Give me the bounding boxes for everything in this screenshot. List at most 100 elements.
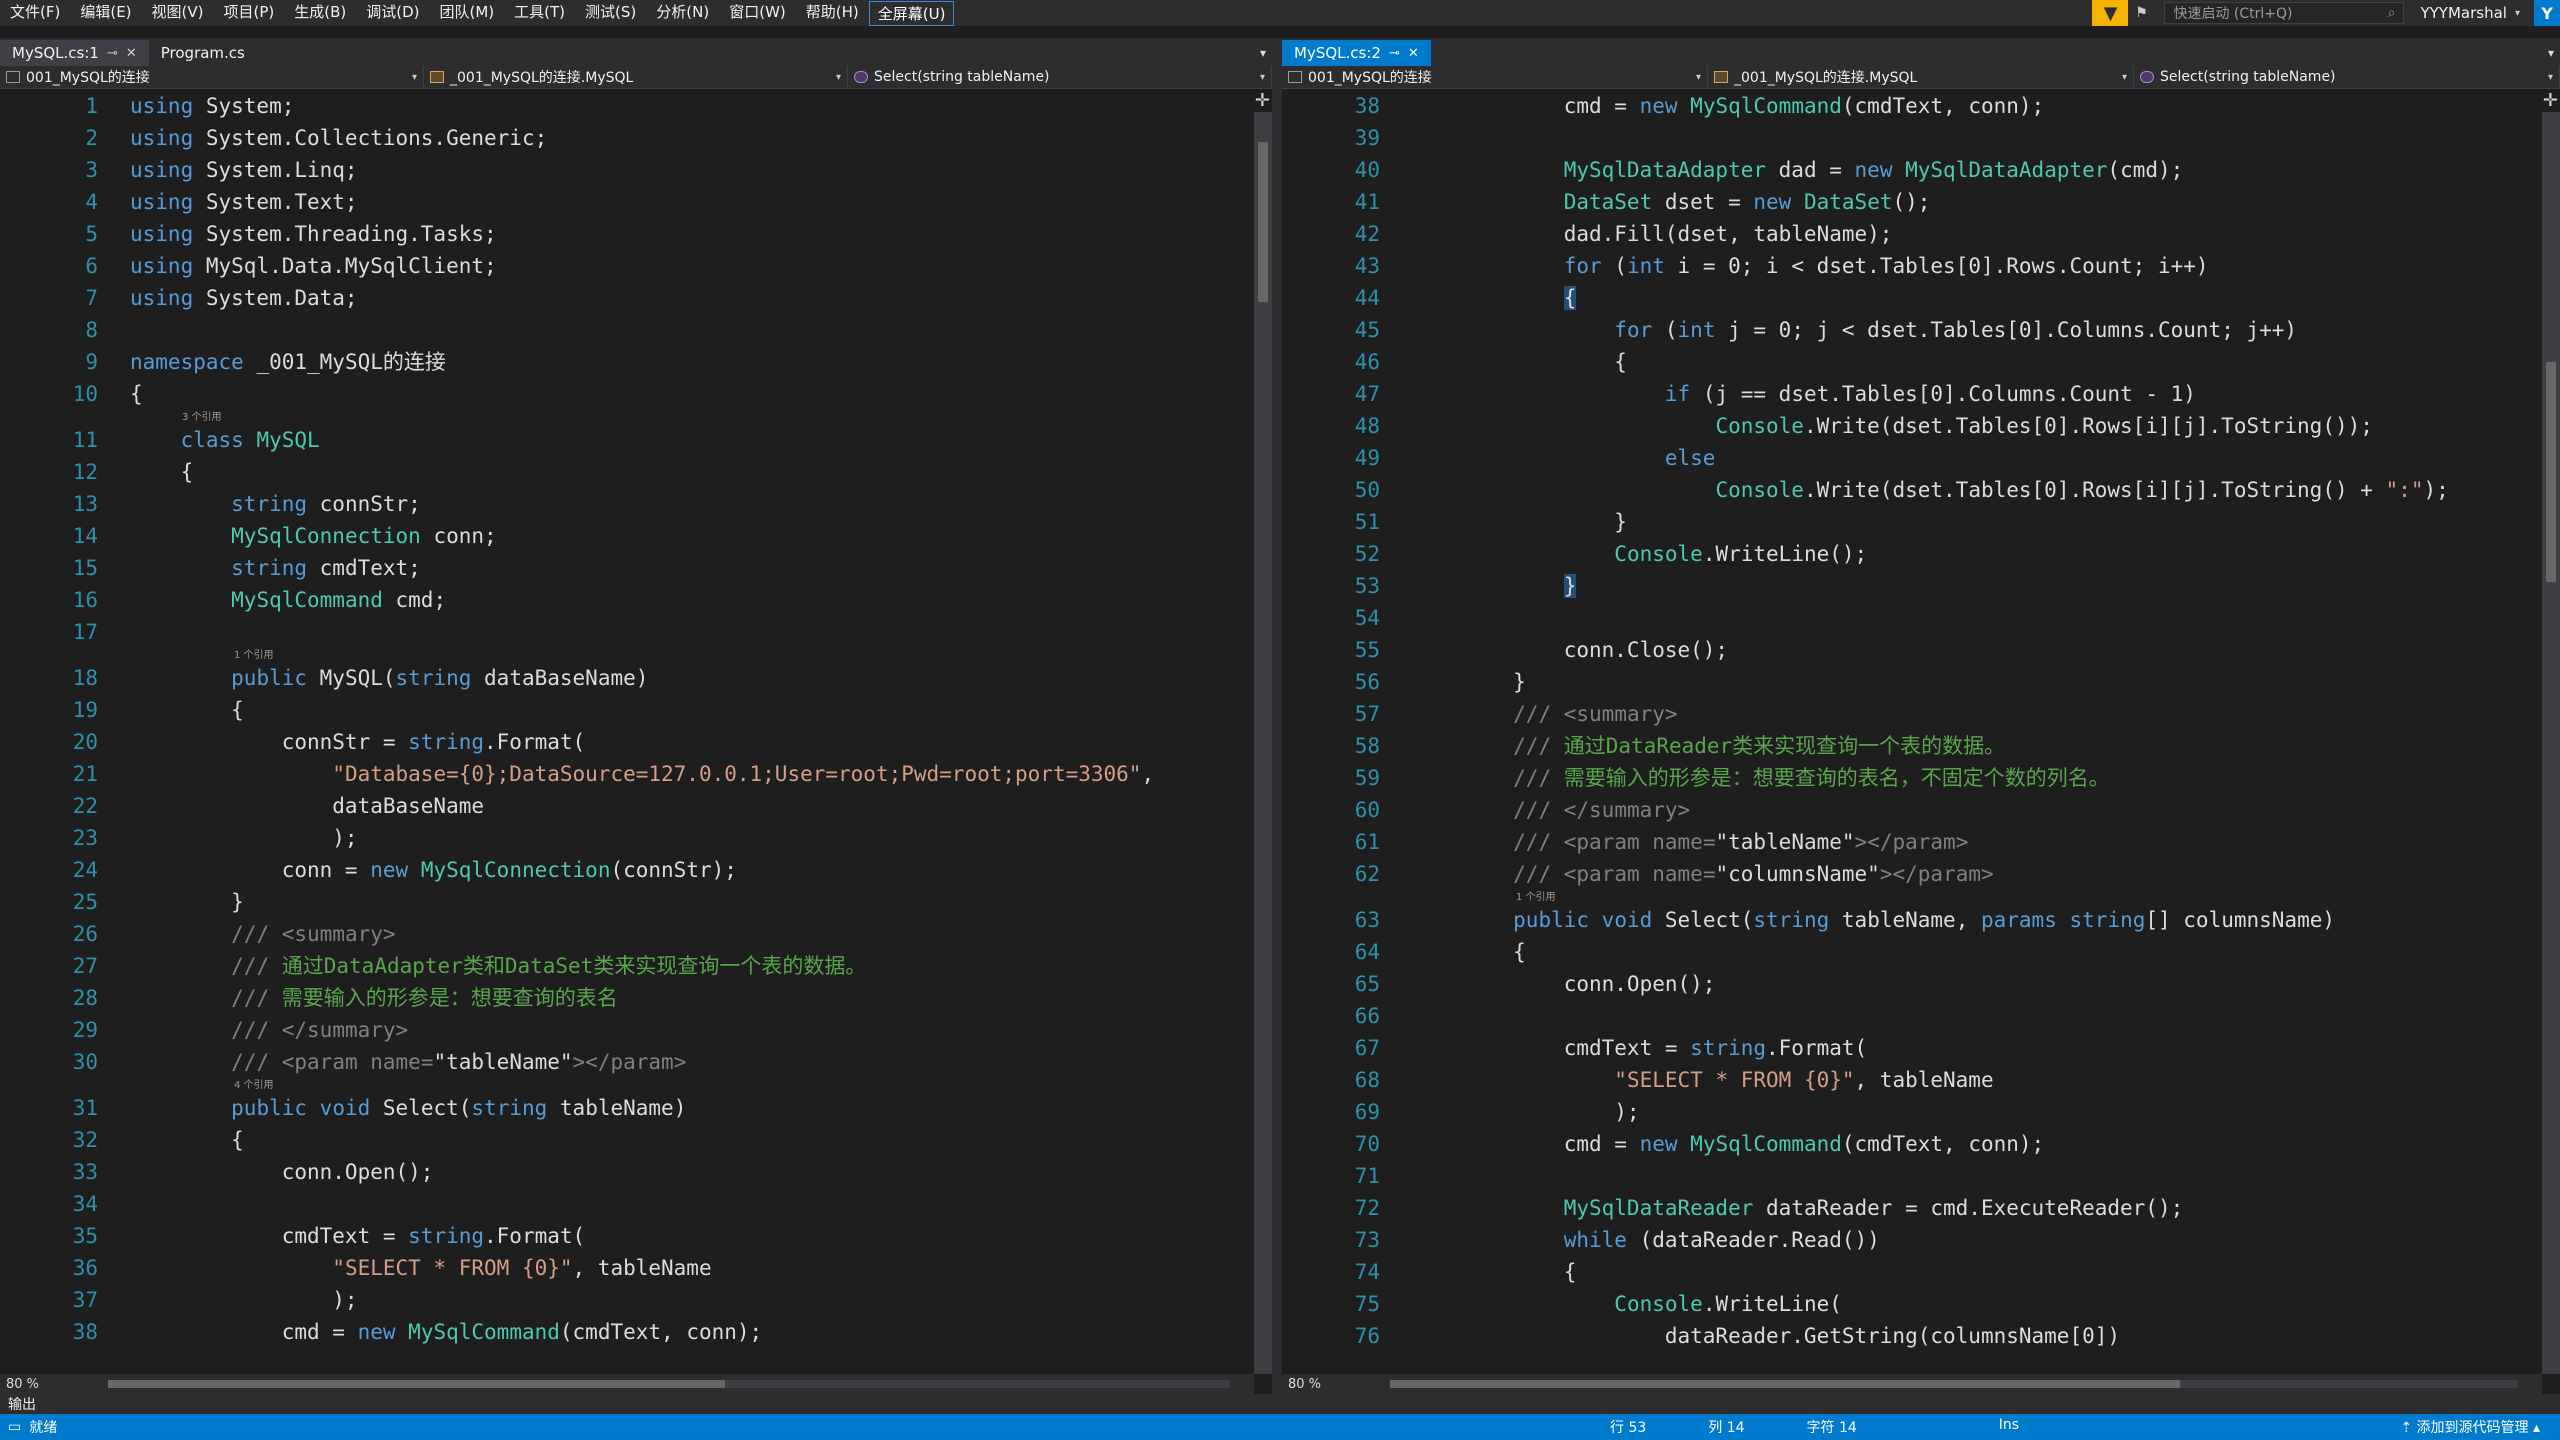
code-line[interactable]: 46 { [1282,346,2540,378]
code-line[interactable]: 36 "SELECT * FROM {0}", tableName [0,1252,1252,1284]
code-line[interactable]: 33 conn.Open(); [0,1156,1252,1188]
code-line[interactable]: 59 /// 需要输入的形参是：想要查询的表名，不固定个数的列名。 [1282,762,2540,794]
member-dropdown[interactable]: Select(string tableName) ▾ [2134,66,2560,88]
code-line[interactable]: 25 } [0,886,1252,918]
code-line[interactable]: 22 dataBaseName [0,790,1252,822]
code-line[interactable]: 76 dataReader.GetString(columnsName[0]) [1282,1320,2540,1352]
code-line[interactable]: 55 conn.Close(); [1282,634,2540,666]
menu-item[interactable]: 调试(D) [356,1,429,26]
close-icon[interactable]: ✕ [1408,46,1419,61]
code-line[interactable]: 40 MySqlDataAdapter dad = new MySqlDataA… [1282,154,2540,186]
tab-program-cs[interactable]: Program.cs [149,40,257,66]
type-dropdown[interactable]: _001_MySQL的连接.MySQL ▾ [1708,66,2134,88]
pin-icon[interactable]: ⊸ [107,46,118,61]
code-line[interactable]: 64 { [1282,936,2540,968]
code-line[interactable]: 54 [1282,602,2540,634]
tab-overflow-icon[interactable]: ▾ [2548,40,2560,66]
menu-item[interactable]: 生成(B) [284,1,356,26]
avatar[interactable]: Y [2534,0,2560,26]
code-line[interactable]: 39 [1282,122,2540,154]
code-line[interactable]: 68 "SELECT * FROM {0}", tableName [1282,1064,2540,1096]
type-dropdown[interactable]: _001_MySQL的连接.MySQL ▾ [424,66,848,88]
code-line[interactable]: 20 connStr = string.Format( [0,726,1252,758]
code-line[interactable]: 71 [1282,1160,2540,1192]
code-line[interactable]: 50 Console.Write(dset.Tables[0].Rows[i][… [1282,474,2540,506]
split-add-icon[interactable]: ✛ [1255,90,1270,111]
code-line[interactable]: 35 cmdText = string.Format( [0,1220,1252,1252]
code-line[interactable]: 17 [0,616,1252,648]
code-line[interactable]: 48 Console.Write(dset.Tables[0].Rows[i][… [1282,410,2540,442]
chevron-down-icon[interactable]: ▾ [2515,8,2520,19]
menu-item[interactable]: 工具(T) [504,1,575,26]
code-line[interactable]: 1 using System; [0,90,1252,122]
code-line[interactable]: 69 ); [1282,1096,2540,1128]
menu-item[interactable]: 测试(S) [575,1,646,26]
code-line[interactable]: 18 public MySQL(string dataBaseName) [0,662,1252,694]
tab-mysql-cs-2[interactable]: MySQL.cs:2 ⊸ ✕ [1282,40,1431,66]
code-line[interactable]: 37 ); [0,1284,1252,1316]
menu-item[interactable]: 窗口(W) [719,1,796,26]
tab-mysql-cs-1[interactable]: MySQL.cs:1 ⊸ ✕ [0,40,149,66]
code-line[interactable]: 11 class MySQL [0,424,1252,456]
code-editor-left[interactable]: 1 using System; 2 using System.Collections.… [0,90,1272,1374]
code-line[interactable]: 63 public void Select(string tableName, … [1282,904,2540,936]
source-control-button[interactable]: ⇡ 添加到源代码管理 ▴ [2400,1417,2540,1437]
code-line[interactable]: 60 /// </summary> [1282,794,2540,826]
code-line[interactable]: 56 } [1282,666,2540,698]
menu-item[interactable]: 文件(F) [0,1,70,26]
menu-item[interactable]: 全屏幕(U) [868,0,955,26]
code-line[interactable]: 49 else [1282,442,2540,474]
code-line[interactable]: 8 [0,314,1252,346]
tab-overflow-icon[interactable]: ▾ [1260,40,1272,66]
code-line[interactable]: 6 using MySql.Data.MySqlClient; [0,250,1252,282]
code-line[interactable]: 14 MySqlConnection conn; [0,520,1252,552]
menu-item[interactable]: 帮助(H) [796,1,869,26]
code-line[interactable]: 74 { [1282,1256,2540,1288]
code-line[interactable]: 41 DataSet dset = new DataSet(); [1282,186,2540,218]
code-line[interactable]: 52 Console.WriteLine(); [1282,538,2540,570]
code-line[interactable]: 53 } [1282,570,2540,602]
code-line[interactable]: 4 using System.Text; [0,186,1252,218]
code-line[interactable]: 65 conn.Open(); [1282,968,2540,1000]
code-line[interactable]: 12 { [0,456,1252,488]
code-line[interactable]: 10 { [0,378,1252,410]
code-line[interactable]: 51 } [1282,506,2540,538]
code-line[interactable]: 15 string cmdText; [0,552,1252,584]
codelens-reference-count[interactable]: 1 个引用 [1516,888,1556,903]
code-line[interactable]: 66 [1282,1000,2540,1032]
code-line[interactable]: 7 using System.Data; [0,282,1252,314]
feedback-filter-icon[interactable]: ▼ [2092,0,2129,26]
code-line[interactable]: 73 while (dataReader.Read()) [1282,1224,2540,1256]
code-line[interactable]: 75 Console.WriteLine( [1282,1288,2540,1320]
pane-splitter[interactable] [1272,38,1282,1394]
menu-item[interactable]: 项目(P) [214,1,285,26]
code-line[interactable]: 5 using System.Threading.Tasks; [0,218,1252,250]
member-dropdown[interactable]: Select(string tableName) ▾ [848,66,1272,88]
zoom-level[interactable]: 80 % [1282,1377,1364,1392]
menu-item[interactable]: 编辑(E) [70,1,141,26]
codelens-reference-count[interactable]: 4 个引用 [234,1076,274,1091]
code-line[interactable]: 21 "Database={0};DataSource=127.0.0.1;Us… [0,758,1252,790]
code-line[interactable]: 61 /// <param name="tableName"></param> [1282,826,2540,858]
scroll-thumb[interactable] [2546,362,2556,582]
code-line[interactable]: 72 MySqlDataReader dataReader = cmd.Exec… [1282,1192,2540,1224]
code-line[interactable]: 57 /// <summary> [1282,698,2540,730]
codelens-reference-count[interactable]: 1 个引用 [234,646,274,661]
code-editor-right[interactable]: 38 cmd = new MySqlCommand(cmdText, conn)… [1282,90,2560,1374]
close-icon[interactable]: ✕ [126,46,137,61]
code-line[interactable]: 47 if (j == dset.Tables[0].Columns.Count… [1282,378,2540,410]
code-line[interactable]: 9 namespace _001_MySQL的连接 [0,346,1252,378]
code-line[interactable]: 45 for (int j = 0; j < dset.Tables[0].Co… [1282,314,2540,346]
output-panel-tab[interactable]: 输出 [0,1394,2560,1414]
code-line[interactable]: 3 using System.Linq; [0,154,1252,186]
code-line[interactable]: 29 /// </summary> [0,1014,1252,1046]
menu-item[interactable]: 视图(V) [142,1,214,26]
scroll-thumb[interactable] [1390,1380,2180,1388]
code-line[interactable]: 27 /// 通过DataAdapter类和DataSet类来实现查询一个表的数… [0,950,1252,982]
code-line[interactable]: 38 cmd = new MySqlCommand(cmdText, conn)… [1282,90,2540,122]
project-dropdown[interactable]: 001_MySQL的连接 ▾ [1282,66,1708,88]
code-line[interactable]: 16 MySqlCommand cmd; [0,584,1252,616]
vertical-scrollbar-left[interactable] [1254,112,1272,1374]
hscroll-track[interactable] [1390,1380,2518,1388]
code-line[interactable]: 44 { [1282,282,2540,314]
